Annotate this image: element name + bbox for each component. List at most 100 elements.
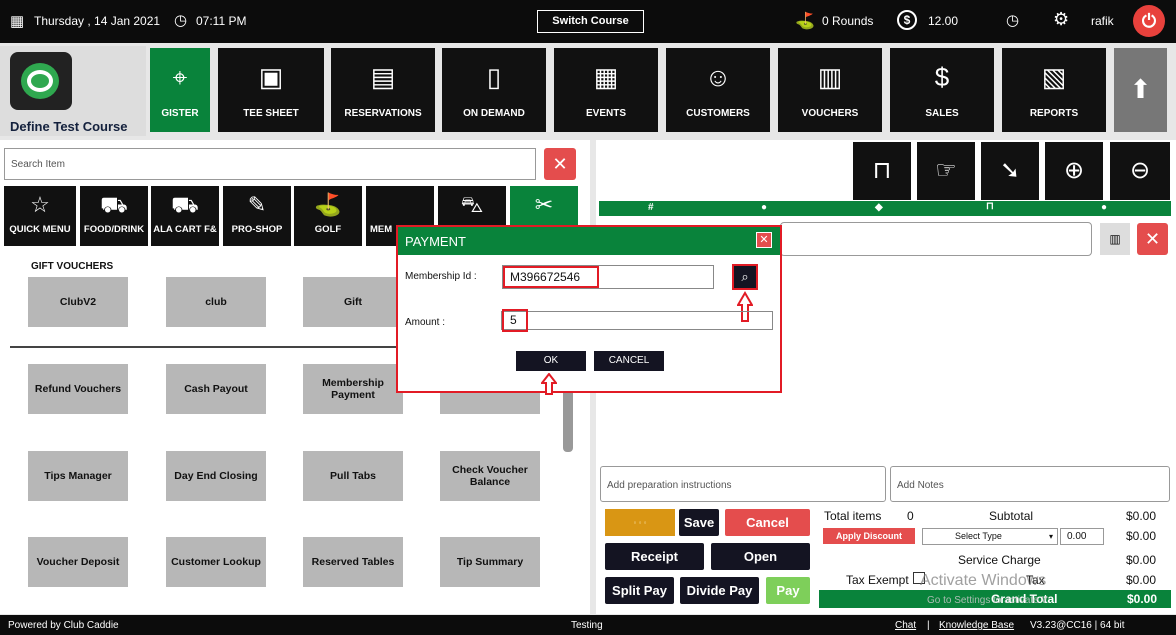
voucher-icon: ▥ — [817, 62, 843, 92]
discount-amount-input[interactable]: 0.00 — [1060, 528, 1104, 545]
subtotal-value: $0.00 — [1126, 509, 1157, 523]
rounds-text: 0 Rounds — [822, 14, 874, 28]
chat-link[interactable]: Chat — [895, 620, 916, 631]
customer-lookup-button[interactable]: Customer Lookup — [166, 537, 266, 587]
tips-manager-button[interactable]: Tips Manager — [28, 451, 128, 501]
scanner-icon: ⌖ — [172, 62, 188, 92]
plus-icon[interactable]: ⊕ — [1045, 142, 1103, 200]
cart-search-input[interactable] — [780, 222, 1092, 256]
clock-icon: ◷ — [174, 12, 188, 29]
golfer-icon: ⛳ — [314, 192, 342, 217]
balance-text: 12.00 — [928, 14, 959, 28]
clear-cart-button[interactable]: ✕ — [1137, 223, 1168, 255]
knowledge-base-link[interactable]: Knowledge Base — [939, 620, 1014, 631]
star-icon: ☆ — [30, 192, 50, 217]
nav-vouchers[interactable]: ▥ VOUCHERS — [778, 48, 882, 132]
refund-vouchers-button[interactable]: Refund Vouchers — [28, 364, 128, 414]
cart-icon: ⛟ — [100, 192, 128, 217]
service-charge-value: $0.00 — [1126, 553, 1157, 567]
power-icon[interactable]: ⏻ — [1133, 5, 1165, 37]
pay-button[interactable]: Pay — [766, 577, 810, 604]
voucher-deposit-button[interactable]: Voucher Deposit — [28, 537, 128, 587]
environment-label: Testing — [571, 620, 603, 631]
tip-summary-button[interactable]: Tip Summary — [440, 537, 540, 587]
cash-payout-button[interactable]: Cash Payout — [166, 364, 266, 414]
search-icon[interactable]: ⌕ — [732, 264, 758, 290]
nav-customers[interactable]: ☺ CUSTOMERS — [666, 48, 770, 132]
subtotal-label: Subtotal — [989, 509, 1034, 523]
voucher-club[interactable]: club — [166, 277, 266, 327]
nav-reports[interactable]: ▧ REPORTS — [1002, 48, 1106, 132]
dollar-icon: $ — [897, 10, 917, 30]
golf-cart-icon: ⛍ — [460, 192, 484, 217]
split-pay-button[interactable]: Split Pay — [605, 577, 674, 604]
search-input[interactable]: Search Item — [4, 148, 536, 180]
cancel-order-button[interactable]: Cancel — [725, 509, 810, 536]
person-icon: ● — [761, 202, 768, 213]
brand-area: Define Test Course — [0, 46, 146, 136]
nav-tee-sheet[interactable]: ▣ TEE SHEET — [218, 48, 324, 132]
history-icon[interactable]: ◷ — [1006, 11, 1019, 29]
cart-icon: ⛟ — [171, 192, 199, 217]
category-golf[interactable]: ⛳ GOLF — [294, 186, 362, 246]
apply-discount-button[interactable]: Apply Discount — [823, 528, 915, 544]
discount-type-select[interactable]: Select Type ▾ — [922, 528, 1058, 545]
reports-icon: ▧ — [1041, 62, 1067, 92]
day-end-closing-button[interactable]: Day End Closing — [166, 451, 266, 501]
receipt-button[interactable]: Receipt — [605, 543, 704, 570]
membership-payment-button[interactable]: Membership Payment — [303, 364, 403, 414]
minus-icon[interactable]: ⊖ — [1110, 142, 1170, 200]
date-text: Thursday , 14 Jan 2021 — [34, 14, 161, 28]
category-pro-shop[interactable]: ✎ PRO-SHOP — [223, 186, 291, 246]
ok-button[interactable]: OK — [516, 351, 586, 371]
nav-reservations[interactable]: ▤ RESERVATIONS — [331, 48, 435, 132]
mobile-icon: ▯ — [486, 62, 502, 92]
membership-id-input[interactable]: M396672546 — [503, 266, 599, 288]
gear-icon[interactable]: ⚙ — [1053, 9, 1069, 30]
barcode-icon[interactable]: ▥ — [1100, 223, 1130, 255]
open-button[interactable]: Open — [711, 543, 810, 570]
membership-id-field: M396672546 — [502, 265, 714, 289]
category-ala-cart[interactable]: ⛟ ALA CART F& — [151, 186, 219, 246]
table-icon[interactable]: ⊓ — [853, 142, 911, 200]
windows-activation-text: Go to Settings to activate Windows. — [927, 595, 1047, 606]
divide-pay-button[interactable]: Divide Pay — [680, 577, 759, 604]
golfer-icon: ⛳ — [795, 13, 815, 30]
tax-value: $0.00 — [1126, 573, 1157, 587]
amount-label: Amount : — [405, 317, 446, 328]
close-icon[interactable]: ✕ — [756, 232, 772, 248]
gift-card-icon[interactable]: ◦ ◦ ◦ — [605, 509, 675, 536]
reserved-tables-button[interactable]: Reserved Tables — [303, 537, 403, 587]
pull-tabs-button[interactable]: Pull Tabs — [303, 451, 403, 501]
nav-sales[interactable]: $ SALES — [890, 48, 994, 132]
club-caddie-logo — [10, 52, 72, 110]
switch-course-button[interactable]: Switch Course — [537, 10, 644, 33]
category-quick-menu[interactable]: ☆ QUICK MENU — [4, 186, 76, 246]
username[interactable]: rafik — [1091, 14, 1114, 28]
payment-modal: PAYMENT ✕ Membership Id : M396672546 ⌕ A… — [396, 225, 782, 395]
person-icon: ● — [1101, 202, 1108, 213]
category-food-drink[interactable]: ⛟ FOOD/DRINK — [80, 186, 148, 246]
payment-icon[interactable]: ➘ — [981, 142, 1039, 200]
hand-pointer-icon[interactable]: ☞ — [917, 142, 975, 200]
windows-activation-title: Activate Windows — [920, 572, 1047, 589]
powered-by: Powered by Club Caddie — [8, 620, 119, 631]
notes-input[interactable]: Add Notes — [890, 466, 1170, 502]
save-button[interactable]: Save — [679, 509, 719, 536]
clear-search-button[interactable]: ✕ — [544, 148, 576, 180]
check-voucher-balance-button[interactable]: Check Voucher Balance — [440, 451, 540, 501]
cart-header: # ● ◆ ⊓ ● — [599, 201, 1171, 216]
calendar-icon: ▤ — [370, 62, 396, 92]
top-bar: ▦ Thursday , 14 Jan 2021 ◷ 07:11 PM Swit… — [0, 0, 1176, 43]
arrow-up-icon — [539, 372, 559, 395]
cancel-button[interactable]: CANCEL — [594, 351, 664, 371]
prep-instructions-input[interactable]: Add preparation instructions — [600, 466, 886, 502]
nav-on-demand[interactable]: ▯ ON DEMAND — [442, 48, 546, 132]
scroll-up-button[interactable]: ⬆ — [1114, 48, 1167, 132]
nav-register[interactable]: ⌖ GISTER — [150, 48, 210, 132]
voucher-clubv2[interactable]: ClubV2 — [28, 277, 128, 327]
nav-events[interactable]: ▦ EVENTS — [554, 48, 658, 132]
amount-input[interactable]: 5 — [502, 309, 528, 332]
voucher-gift[interactable]: Gift — [303, 277, 403, 327]
golf-club-icon: ✎ — [247, 192, 267, 217]
